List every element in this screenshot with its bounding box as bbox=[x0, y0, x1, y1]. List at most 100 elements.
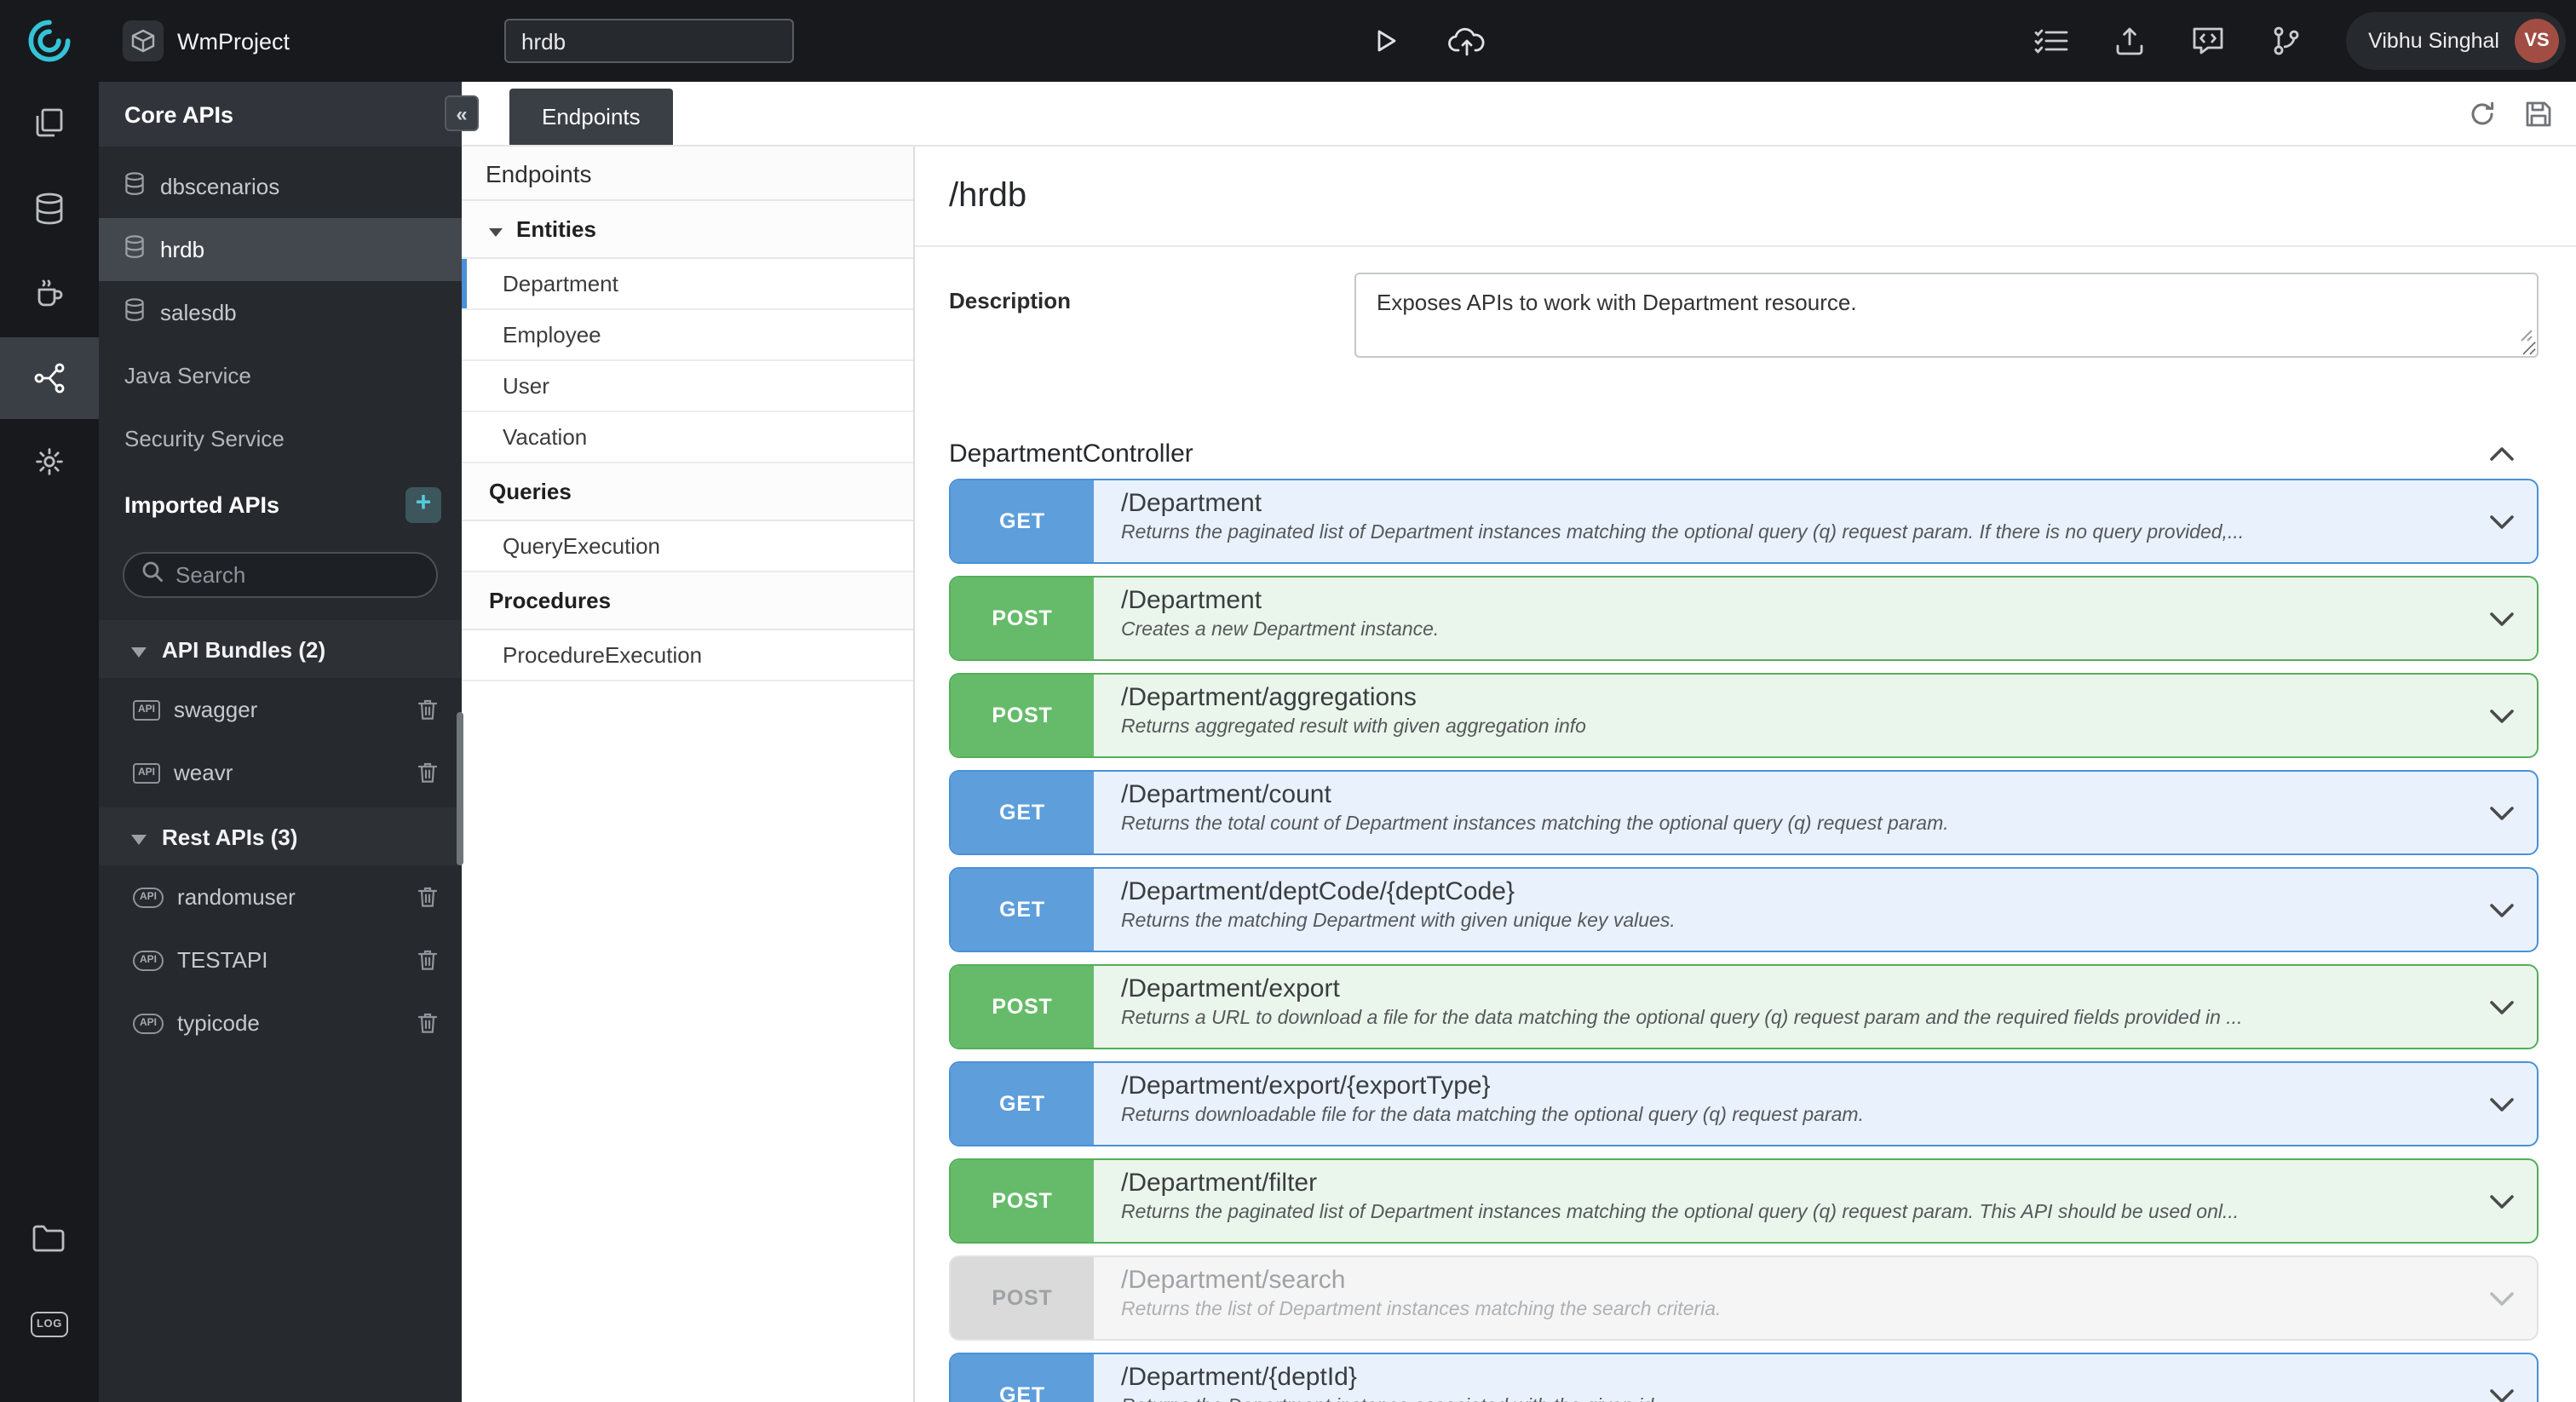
more-icon[interactable] bbox=[0, 1363, 99, 1402]
api-item[interactable]: API TESTAPI bbox=[99, 928, 462, 991]
method-badge: GET bbox=[951, 772, 1094, 853]
refresh-icon[interactable] bbox=[2469, 101, 2496, 128]
left-rail: LOG bbox=[0, 82, 99, 1402]
endpoint-description: Returns the matching Department with giv… bbox=[1121, 911, 1676, 932]
expand-chevron-icon[interactable] bbox=[2465, 675, 2537, 756]
run-play-icon[interactable] bbox=[1360, 0, 1411, 82]
file-explorer-icon[interactable] bbox=[0, 1198, 99, 1279]
logs-icon[interactable]: LOG bbox=[0, 1283, 99, 1365]
endpoint-card[interactable]: GET /Department/export/{exportType} Retu… bbox=[949, 1061, 2539, 1146]
settings-gear-icon[interactable] bbox=[0, 421, 99, 503]
expand-chevron-icon[interactable] bbox=[2465, 480, 2537, 562]
method-badge: POST bbox=[951, 577, 1094, 659]
databases-icon[interactable] bbox=[0, 167, 99, 249]
delete-trash-icon[interactable] bbox=[417, 886, 438, 908]
api-item[interactable]: API randomuser bbox=[99, 865, 462, 928]
endpoints-section-header[interactable]: Queries bbox=[462, 463, 913, 521]
endpoint-card[interactable]: GET /Department Returns the paginated li… bbox=[949, 479, 2539, 564]
expand-chevron-icon[interactable] bbox=[2465, 577, 2537, 659]
delete-trash-icon[interactable] bbox=[417, 949, 438, 971]
endpoint-description: Returns a URL to download a file for the… bbox=[1121, 1008, 2243, 1029]
delete-trash-icon[interactable] bbox=[417, 698, 438, 721]
add-api-button[interactable]: + bbox=[405, 486, 441, 522]
code-review-icon[interactable] bbox=[2191, 26, 2225, 56]
scrollbar-thumb[interactable] bbox=[457, 712, 463, 865]
collapse-controller-icon[interactable] bbox=[2489, 440, 2515, 468]
user-menu[interactable]: Vibhu Singhal VS bbox=[2346, 12, 2566, 70]
sidebar-item[interactable]: Security Service bbox=[99, 407, 462, 470]
endpoint-card-body: /Department/search Returns the list of D… bbox=[1094, 1257, 2465, 1339]
endpoint-entity-item[interactable]: Employee bbox=[462, 310, 913, 361]
api-item-label: typicode bbox=[177, 1010, 260, 1036]
api-item[interactable]: API typicode bbox=[99, 991, 462, 1054]
git-branch-icon[interactable] bbox=[2271, 26, 2302, 56]
delete-trash-icon[interactable] bbox=[417, 1012, 438, 1034]
method-badge: POST bbox=[951, 1257, 1094, 1339]
sidebar-item-label: Java Service bbox=[124, 363, 251, 388]
endpoints-section-label: Queries bbox=[489, 479, 572, 504]
project-name: WmProject bbox=[177, 28, 290, 54]
endpoint-card[interactable]: POST /Department/export Returns a URL to… bbox=[949, 964, 2539, 1049]
endpoints-section-header[interactable]: Entities bbox=[462, 201, 913, 259]
expand-chevron-icon[interactable] bbox=[2465, 1063, 2537, 1145]
api-chip-icon: API bbox=[133, 699, 161, 720]
expand-chevron-icon[interactable] bbox=[2465, 1354, 2537, 1402]
description-input[interactable]: Exposes APIs to work with Department res… bbox=[1354, 273, 2539, 358]
method-badge: GET bbox=[951, 1063, 1094, 1145]
apis-icon[interactable] bbox=[0, 337, 99, 419]
sidebar-item[interactable]: hrdb bbox=[99, 218, 462, 281]
endpoint-entity-item[interactable]: ProcedureExecution bbox=[462, 630, 913, 681]
delete-trash-icon[interactable] bbox=[417, 761, 438, 784]
page-title: /hrdb bbox=[915, 147, 2576, 247]
collapse-sidebar-button[interactable]: « bbox=[445, 95, 479, 131]
api-group-header[interactable]: Rest APIs (3) bbox=[99, 807, 462, 865]
core-apis-list: dbscenarios hrdb salesdb Java Service Se… bbox=[99, 147, 462, 470]
sidebar-item-label: Security Service bbox=[124, 426, 285, 451]
endpoint-card-body: /Department Creates a new Department ins… bbox=[1094, 577, 2465, 659]
endpoint-path: /Department/search bbox=[1121, 1266, 1346, 1295]
expand-chevron-icon[interactable] bbox=[2465, 772, 2537, 853]
pages-icon[interactable] bbox=[0, 82, 99, 164]
endpoint-card[interactable]: POST /Department/search Returns the list… bbox=[949, 1255, 2539, 1341]
endpoint-entity-item[interactable]: Vacation bbox=[462, 412, 913, 463]
endpoint-card[interactable]: GET /Department/count Returns the total … bbox=[949, 770, 2539, 855]
sidebar-item[interactable]: Java Service bbox=[99, 344, 462, 407]
project-search-input[interactable] bbox=[504, 19, 794, 63]
save-icon[interactable] bbox=[2525, 101, 2552, 128]
sidebar-title: Core APIs bbox=[124, 101, 234, 127]
sidebar-item[interactable]: dbscenarios bbox=[99, 155, 462, 218]
wavemaker-logo-icon[interactable] bbox=[0, 0, 99, 82]
expand-chevron-icon[interactable] bbox=[2465, 966, 2537, 1048]
method-badge: POST bbox=[951, 1160, 1094, 1242]
api-group-header[interactable]: API Bundles (2) bbox=[99, 620, 462, 678]
main-content: /hrdb Description Exposes APIs to work w… bbox=[915, 147, 2576, 1402]
endpoints-section-header[interactable]: Procedures bbox=[462, 572, 913, 630]
expand-chevron-icon[interactable] bbox=[2465, 1257, 2537, 1339]
sidebar-item[interactable]: salesdb bbox=[99, 281, 462, 344]
upload-icon[interactable] bbox=[2114, 26, 2145, 56]
java-services-icon[interactable] bbox=[0, 252, 99, 334]
checklist-icon[interactable] bbox=[2034, 27, 2068, 55]
search-input[interactable] bbox=[175, 562, 419, 588]
endpoint-card[interactable]: GET /Department/deptCode/{deptCode} Retu… bbox=[949, 867, 2539, 952]
project-icon[interactable] bbox=[123, 20, 164, 61]
endpoint-card[interactable]: POST /Department/aggregations Returns ag… bbox=[949, 673, 2539, 758]
core-apis-sidebar: Core APIs « dbscenarios hrdb salesdb Jav… bbox=[99, 82, 479, 1402]
endpoint-entity-item[interactable]: QueryExecution bbox=[462, 521, 913, 572]
expand-chevron-icon[interactable] bbox=[2465, 1160, 2537, 1242]
expand-chevron-icon[interactable] bbox=[2465, 869, 2537, 951]
endpoint-card[interactable]: GET /Department/{deptId} Returns the Dep… bbox=[949, 1353, 2539, 1402]
endpoint-entity-item[interactable]: Department bbox=[462, 259, 913, 310]
tab-endpoints[interactable]: Endpoints bbox=[509, 89, 673, 145]
endpoint-entity-label: ProcedureExecution bbox=[503, 642, 703, 668]
endpoint-card[interactable]: POST /Department Creates a new Departmen… bbox=[949, 576, 2539, 661]
endpoint-card[interactable]: POST /Department/filter Returns the pagi… bbox=[949, 1158, 2539, 1244]
api-item[interactable]: API swagger bbox=[99, 678, 462, 741]
database-icon bbox=[124, 298, 145, 327]
chevron-down-icon bbox=[131, 636, 147, 662]
endpoint-entity-item[interactable]: User bbox=[462, 361, 913, 412]
cloud-deploy-icon[interactable] bbox=[1441, 0, 1492, 82]
endpoint-description: Returns the list of Department instances… bbox=[1121, 1300, 1722, 1320]
api-item[interactable]: API weavr bbox=[99, 741, 462, 804]
endpoints-panel-title: Endpoints bbox=[462, 147, 913, 201]
